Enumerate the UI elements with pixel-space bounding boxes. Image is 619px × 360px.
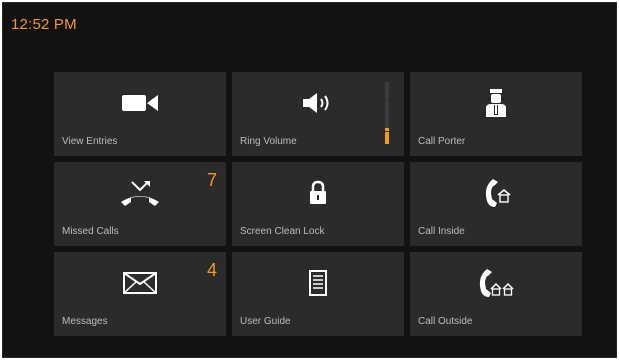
messages-button[interactable]: 4 Messages [54,252,226,336]
call-porter-label: Call Porter [418,136,466,147]
messages-label: Messages [62,316,108,327]
menu-grid: View Entries Ring Volume Call Porter 7 M… [54,72,582,336]
phone-home-icon [410,176,582,210]
video-camera-icon [54,86,226,120]
messages-count-badge: 4 [206,260,217,280]
user-guide-label: User Guide [240,316,291,327]
call-porter-button[interactable]: Call Porter [410,72,582,156]
ring-volume-label: Ring Volume [240,136,297,147]
user-guide-button[interactable]: User Guide [232,252,404,336]
porter-icon [410,86,582,120]
speaker-icon [232,86,404,120]
call-inside-button[interactable]: Call Inside [410,162,582,246]
padlock-icon [232,176,404,210]
phone-outside-icon [410,266,582,300]
volume-segment [385,140,389,144]
screen-clean-lock-button[interactable]: Screen Clean Lock [232,162,404,246]
call-outside-label: Call Outside [418,316,473,327]
status-clock: 12:52 PM [11,16,77,33]
missed-calls-button[interactable]: 7 Missed Calls [54,162,226,246]
view-entries-label: View Entries [62,136,118,147]
view-entries-button[interactable]: View Entries [54,72,226,156]
call-outside-button[interactable]: Call Outside [410,252,582,336]
envelope-icon [54,266,226,300]
screen-clean-lock-label: Screen Clean Lock [240,226,325,237]
missed-calls-label: Missed Calls [62,226,119,237]
ring-volume-level-meter[interactable] [385,82,389,144]
document-icon [232,266,404,300]
ring-volume-button[interactable]: Ring Volume [232,72,404,156]
intercom-screen: 12:52 PM View Entries Ring Volume Call P… [2,2,617,358]
call-inside-label: Call Inside [418,226,465,237]
missed-call-icon [54,176,226,210]
missed-calls-count-badge: 7 [206,170,217,190]
